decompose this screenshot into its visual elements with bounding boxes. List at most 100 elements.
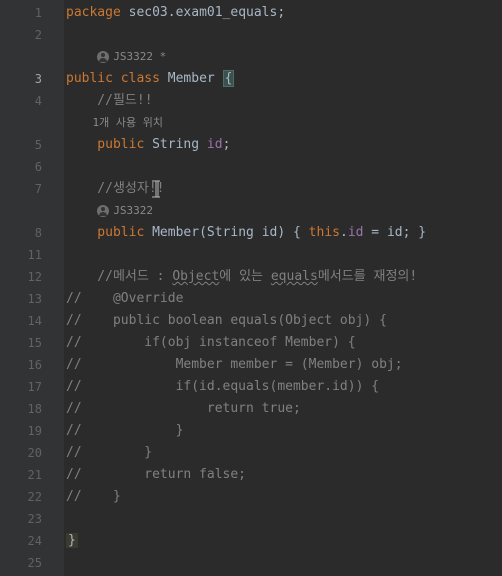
semicolon: ; (277, 5, 285, 20)
line-number: 15 (0, 332, 64, 354)
code-line[interactable] (64, 244, 502, 266)
line-number: 21 (0, 464, 64, 486)
code-line[interactable]: public Member(String id) { this.id = id;… (64, 222, 502, 244)
paren: ) (277, 225, 293, 240)
code-line[interactable]: public class Member { (64, 68, 502, 90)
brace-highlight: { (223, 70, 235, 87)
equals-op: = (363, 225, 386, 240)
keyword: package (66, 5, 121, 20)
usage-text: 1개 사용 위치 (66, 116, 163, 129)
dot: . (340, 225, 348, 240)
semicolon: ; (223, 137, 231, 152)
line-number: 23 (0, 508, 64, 530)
comment: //생성자!! (66, 181, 165, 196)
author-annotation[interactable]: JS3322 (64, 200, 502, 222)
line-number: 6 (0, 156, 64, 178)
param-type: String (207, 225, 262, 240)
code-editor[interactable]: package sec03.exam01_equals; JS3322 * pu… (64, 0, 502, 576)
line-number: 17 (0, 376, 64, 398)
comment: // } (66, 423, 183, 438)
code-line[interactable]: // return false; (64, 464, 502, 486)
comment: // return false; (66, 467, 246, 482)
code-line[interactable]: // Member member = (Member) obj; (64, 354, 502, 376)
rhs: id (387, 225, 403, 240)
comment: 메서드를 재정의! (318, 269, 417, 284)
paren: ( (199, 225, 207, 240)
line-number: 14 (0, 310, 64, 332)
comment-wavy: Object (172, 269, 219, 284)
author-icon (97, 51, 109, 63)
code-line[interactable]: // public boolean equals(Object obj) { (64, 310, 502, 332)
code-line[interactable]: //생성자!! (64, 178, 502, 200)
code-line[interactable]: //필드!! (64, 90, 502, 112)
author-name: JS3322 (113, 204, 153, 217)
this-keyword: this (309, 225, 340, 240)
code-line[interactable]: // } (64, 486, 502, 508)
brace: { (293, 225, 309, 240)
keyword: public (66, 71, 113, 86)
code-line[interactable]: // @Override (64, 288, 502, 310)
code-line[interactable] (64, 508, 502, 530)
semicolon: ; (403, 225, 419, 240)
comment: // } (66, 445, 152, 460)
author-icon (97, 205, 109, 217)
code-line[interactable]: // if(obj instanceof Member) { (64, 332, 502, 354)
line-number: 7 (0, 178, 64, 200)
comment: // Member member = (Member) obj; (66, 357, 403, 372)
comment: // @Override (66, 291, 183, 306)
code-line[interactable]: //메서드 : Object에 있는 equals메서드를 재정의! (64, 266, 502, 288)
line-number: 5 (0, 134, 64, 156)
type: String (144, 137, 207, 152)
line-number: 16 (0, 354, 64, 376)
author-name: JS3322 * (113, 50, 166, 63)
code-line[interactable]: package sec03.exam01_equals; (64, 2, 502, 24)
keyword: public (66, 225, 144, 240)
comment: //필드!! (66, 93, 153, 108)
line-number: 25 (0, 552, 64, 574)
code-line[interactable] (64, 156, 502, 178)
constructor-name: Member (144, 225, 199, 240)
line-number: 13 (0, 288, 64, 310)
line-number: 22 (0, 486, 64, 508)
gutter: 1 2 3 4 5 6 7 8 11 12 13 14 15 16 17 18 … (0, 0, 64, 576)
line-number: 3 (0, 68, 64, 90)
code-line[interactable]: } (64, 530, 502, 552)
brace: } (418, 225, 426, 240)
code-line[interactable]: // return true; (64, 398, 502, 420)
line-number: 1 (0, 2, 64, 24)
code-line[interactable]: public String id; (64, 134, 502, 156)
param-name: id (262, 225, 278, 240)
code-line[interactable]: // } (64, 442, 502, 464)
comment: // if(obj instanceof Member) { (66, 335, 356, 350)
package-name: sec03.exam01_equals (121, 5, 278, 20)
line-number: 8 (0, 222, 64, 244)
line-number: 4 (0, 90, 64, 112)
code-line[interactable]: // if(id.equals(member.id)) { (64, 376, 502, 398)
field: id (348, 225, 364, 240)
code-line[interactable] (64, 24, 502, 46)
keyword: class (113, 71, 160, 86)
line-number (0, 200, 64, 222)
class-name: Member (160, 71, 223, 86)
comment: // if(id.equals(member.id)) { (66, 379, 379, 394)
comment: // } (66, 489, 121, 504)
comment: // return true; (66, 401, 301, 416)
usage-annotation[interactable]: 1개 사용 위치 (64, 112, 502, 134)
keyword: public (66, 137, 144, 152)
line-number: 20 (0, 442, 64, 464)
code-line[interactable] (64, 552, 502, 574)
field: id (207, 137, 223, 152)
comment: // public boolean equals(Object obj) { (66, 313, 387, 328)
closing-brace-highlight: } (66, 533, 78, 548)
line-number: 2 (0, 24, 64, 46)
line-number: 12 (0, 266, 64, 288)
code-line[interactable]: // } (64, 420, 502, 442)
line-number (0, 46, 64, 68)
comment-wavy: equals (271, 269, 318, 284)
line-number: 19 (0, 420, 64, 442)
line-number: 11 (0, 244, 64, 266)
comment: 에 있는 (219, 269, 271, 284)
author-annotation[interactable]: JS3322 * (64, 46, 502, 68)
line-number: 24 (0, 530, 64, 552)
line-number (0, 112, 64, 134)
